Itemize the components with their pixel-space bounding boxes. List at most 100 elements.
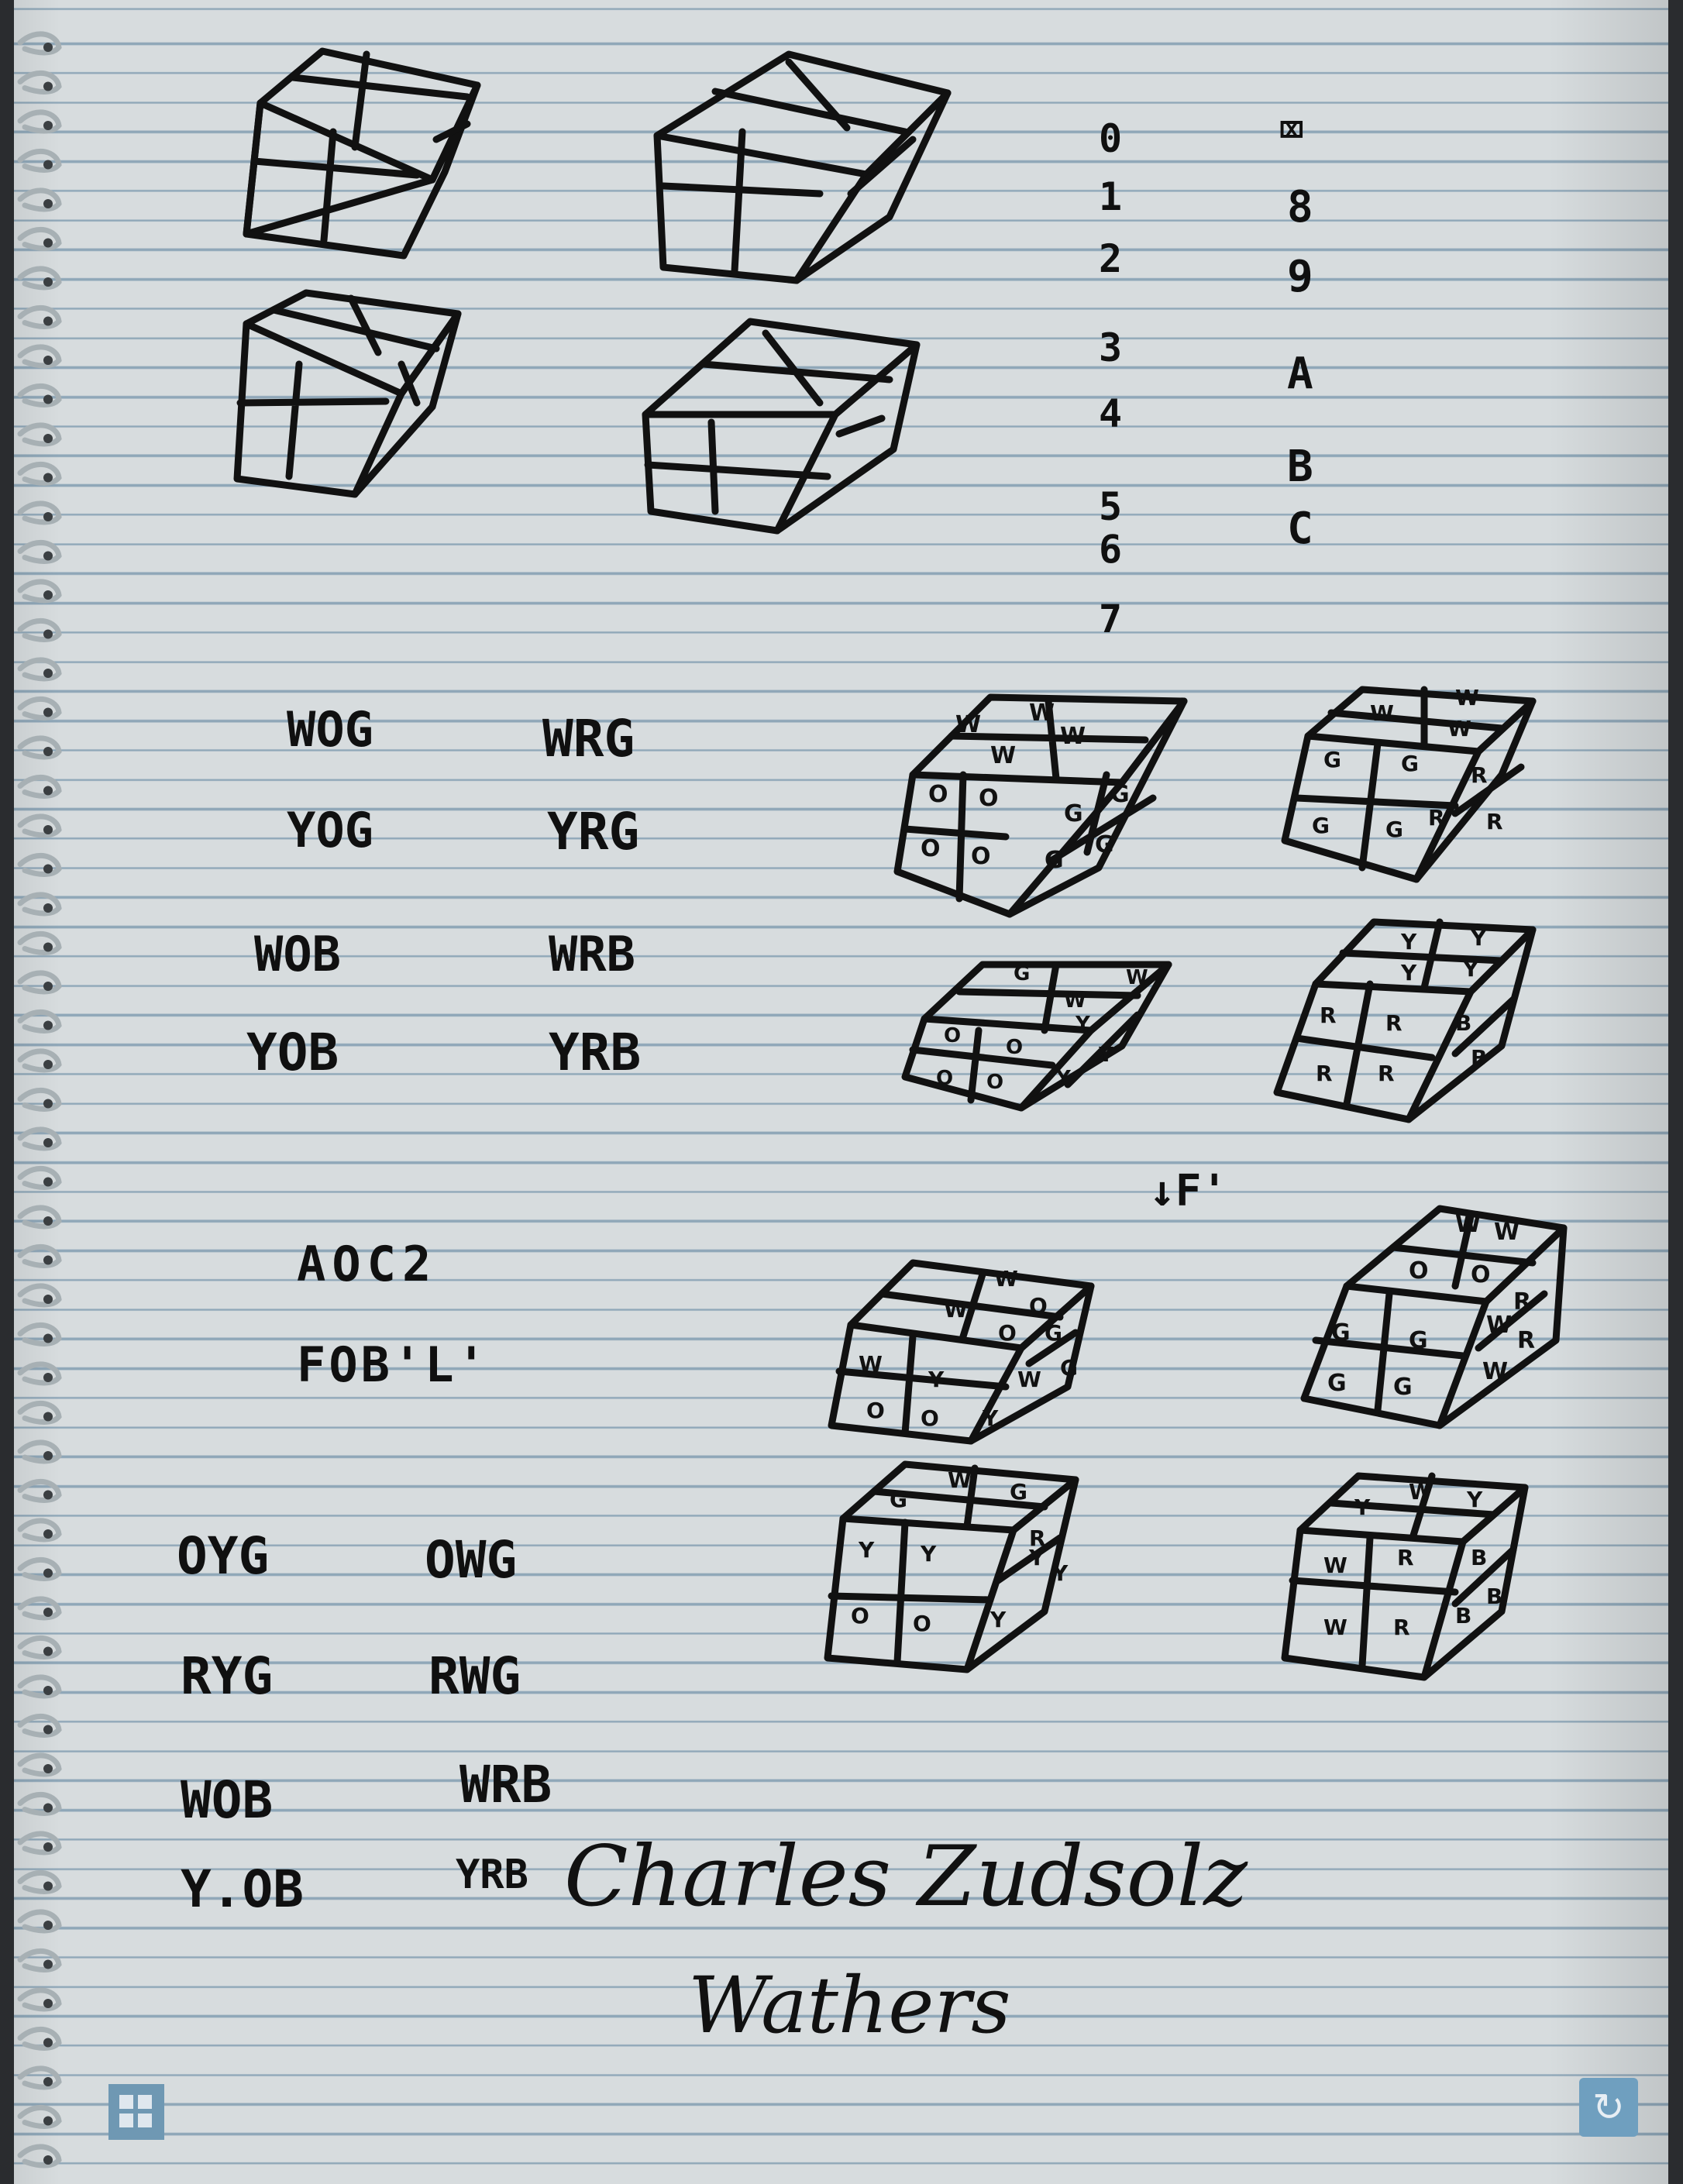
number-column-item: 2: [1099, 236, 1123, 281]
cube-sticker-label: G: [1110, 781, 1130, 808]
cube-sticker-label: R: [1316, 1061, 1333, 1086]
cube-sticker-label: Y: [989, 1607, 1007, 1632]
cube-sticker-label: G: [1393, 1374, 1413, 1401]
number-column-item: 3: [1099, 325, 1123, 370]
cube-sticker-label: G: [1010, 1479, 1027, 1505]
cube-sticker-label: Y: [1354, 1494, 1371, 1520]
cube-sticker-label: R: [1486, 809, 1503, 834]
cube-sticker-label: O: [998, 1320, 1017, 1346]
cube-sticker-label: O: [944, 1024, 961, 1047]
cube-sticker-label: W: [1455, 1211, 1481, 1238]
corner-set-2-right-2: WRB: [459, 1755, 552, 1814]
cube-sticker-label: W: [1029, 700, 1055, 727]
cube-sticker-label: Y: [1400, 929, 1417, 954]
notebook-page: WWWWOOOOGGGG WWWGGGGRRR GWWOOOOYYY Y Y Y…: [14, 0, 1668, 2184]
corner-set-1-left-2: WOB: [254, 926, 341, 982]
cube-sticker-label: G: [1385, 817, 1403, 842]
signature-line-1: Charles Zudsolz: [564, 1828, 1248, 1925]
arrow-note: ↓F': [1149, 1166, 1228, 1216]
cube-sticker-label: O: [928, 781, 948, 808]
cube-sticker-label: O: [986, 1071, 1003, 1094]
wireframe-cube-2: [653, 50, 952, 284]
wireframe-cube-4: [642, 318, 921, 535]
wireframe-cube-3: [233, 289, 462, 498]
sticker-cube-6: W WO OG GG GWRWR: [1300, 1205, 1568, 1429]
cube-sticker-label: G: [1045, 847, 1064, 874]
corner-set-1-left-0: WOG: [287, 701, 373, 758]
cube-sticker-label: W: [1486, 1312, 1512, 1339]
cube-sticker-label: W: [1126, 966, 1148, 989]
algorithm-line-1: AOC2: [297, 1236, 438, 1292]
symbol-column-item: B: [1287, 442, 1313, 492]
cube-sticker-label: W: [944, 1297, 968, 1322]
corner-set-2-left-1: RYG: [181, 1646, 274, 1706]
cube-sticker-label: R: [1320, 1003, 1337, 1028]
cube-sticker-label: G: [1409, 1327, 1428, 1354]
corner-set-2-left-2: WOB: [181, 1770, 274, 1830]
cube-sticker-label: Y: [920, 1541, 937, 1567]
qr-code-icon: [108, 2084, 164, 2140]
cube-sticker-label: O: [851, 1603, 869, 1629]
cube-sticker-label: Y: [1051, 1560, 1069, 1586]
cube-sticker-label: W: [1447, 716, 1471, 741]
cube-sticker-label: G: [1327, 1370, 1347, 1397]
page-turn-icon: ↻: [1579, 2078, 1638, 2137]
algorithm-line-2: FOB'L': [297, 1336, 489, 1393]
cube-sticker-label: R: [1517, 1327, 1535, 1354]
cube-sticker-label: O: [1029, 1293, 1048, 1319]
cube-sticker-label: W: [948, 1467, 972, 1493]
cube-sticker-label: W: [1064, 989, 1086, 1013]
cube-sticker-label: R: [1378, 1061, 1395, 1086]
cube-sticker-label: Y: [1466, 1487, 1483, 1512]
symbol-column-item: A: [1287, 349, 1313, 399]
cube-sticker-label: R: [1513, 1288, 1531, 1316]
cube-sticker-label: Y: [1075, 1013, 1091, 1036]
cube-sticker-label: W: [955, 711, 981, 738]
cube-sticker-label: R: [1428, 805, 1445, 831]
cube-sticker-label: O: [971, 843, 991, 870]
cube-sticker-label: W: [1323, 1553, 1347, 1578]
cube-sticker-label: R: [1385, 1010, 1402, 1036]
sticker-cube-7: GW GY Y YO ORYY: [824, 1460, 1079, 1673]
cube-sticker-label: B: [1471, 1545, 1487, 1570]
corner-set-2-right-1: RWG: [428, 1646, 521, 1706]
cube-sticker-label: Y: [1055, 1067, 1072, 1090]
cube-sticker-label: G: [1064, 800, 1083, 827]
sticker-cube-5: WOWOWOYO YGGW: [828, 1259, 1095, 1445]
cube-sticker-label: G: [1014, 962, 1030, 985]
number-column-item: 5: [1099, 484, 1123, 529]
cube-sticker-label: G: [1095, 831, 1114, 858]
number-column-item: 0: [1099, 116, 1123, 161]
cube-sticker-label: G: [1060, 1355, 1078, 1381]
number-column-item: 4: [1099, 391, 1123, 436]
symbol-column-item: 9: [1287, 252, 1313, 302]
corner-set-2-left-0: OYG: [177, 1526, 270, 1586]
cube-sticker-label: O: [866, 1398, 885, 1423]
arrow-note-text: F': [1175, 1166, 1228, 1216]
cube-sticker-label: R: [1029, 1525, 1046, 1551]
cube-sticker-label: G: [1312, 813, 1330, 838]
cube-sticker-label: Y: [928, 1367, 945, 1392]
cube-sticker-label: W: [1409, 1479, 1433, 1505]
cube-sticker-label: W: [1482, 1358, 1508, 1385]
cube-sticker-label: W: [1060, 723, 1086, 750]
cube-sticker-label: Y: [1098, 1044, 1114, 1067]
cube-sticker-label: B: [1471, 1045, 1487, 1071]
corner-set-2-right-3: YRB: [456, 1852, 528, 1898]
cube-sticker-label: O: [921, 1405, 939, 1431]
sticker-cube-3: GWWO OO OYYY: [901, 961, 1172, 1112]
corner-set-1-right-1: YRG: [547, 802, 640, 862]
cube-sticker-label: B: [1455, 1010, 1471, 1036]
cube-sticker-label: O: [913, 1611, 931, 1636]
corner-set-1-right-3: YRB: [549, 1023, 642, 1082]
cube-sticker-label: R: [1397, 1545, 1414, 1570]
cube-sticker-label: W: [990, 742, 1016, 769]
cube-sticker-label: W: [994, 1266, 1018, 1291]
wireframe-cube-1: [243, 47, 481, 260]
cube-sticker-label: G: [1323, 747, 1341, 772]
cube-sticker-label: O: [921, 835, 941, 862]
cube-sticker-label: Y: [1400, 960, 1417, 985]
cube-sticker-label: O: [1006, 1036, 1023, 1059]
cube-sticker-label: G: [1401, 751, 1419, 776]
number-column-item: 6: [1099, 527, 1123, 572]
